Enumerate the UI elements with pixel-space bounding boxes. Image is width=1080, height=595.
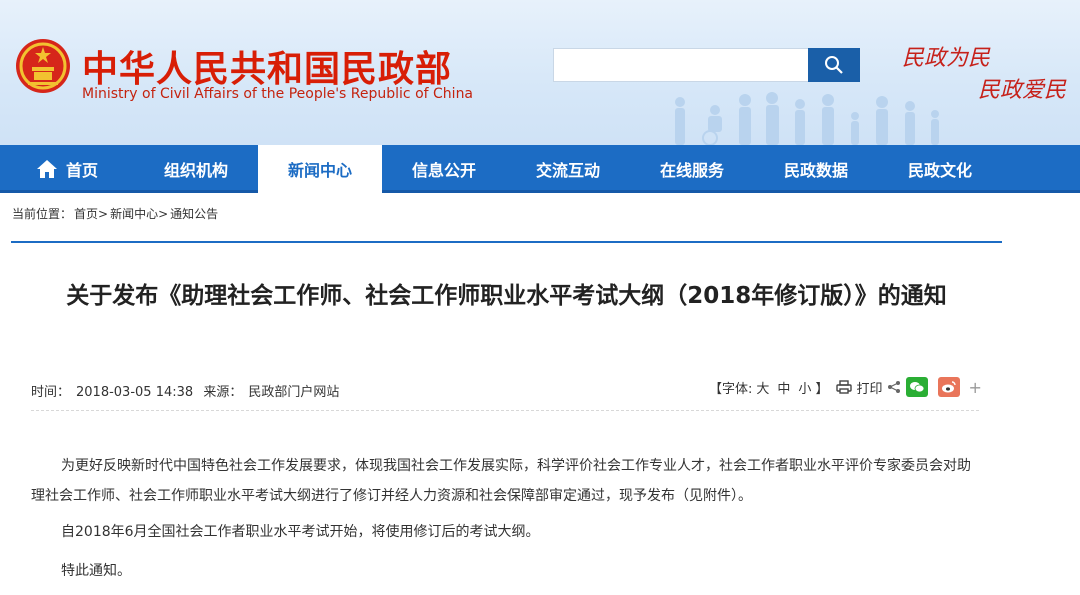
font-size-medium-button[interactable]: 中 <box>777 378 790 397</box>
nav-item-civil-data[interactable]: 民政数据 <box>754 145 878 193</box>
font-size-large-button[interactable]: 大 <box>756 378 769 397</box>
article-paragraph-2: 自2018年6月全国社会工作者职业水平考试开始，将使用修订后的考试大纲。 <box>61 524 540 540</box>
nav-item-interaction[interactable]: 交流互动 <box>506 145 630 193</box>
nav-item-info-disclosure[interactable]: 信息公开 <box>382 145 506 193</box>
national-emblem-icon <box>16 39 70 93</box>
search-icon <box>825 56 843 74</box>
site-name-chinese: 中华人民共和国民政部 <box>82 49 453 90</box>
article-title: 关于发布《助理社会工作师、社会工作师职业水平考试大纲（2018年修订版）》的通知 <box>66 283 947 309</box>
printer-icon <box>836 380 853 394</box>
article-paragraph-1: 为更好反映新时代中国特色社会工作发展要求，体现我国社会工作发展实际，科学评价社会… <box>31 458 971 504</box>
breadcrumb-prefix: 当前位置： <box>12 207 73 221</box>
article-source: 民政部门户网站 <box>248 385 340 400</box>
wechat-share-button[interactable] <box>906 377 929 397</box>
slogan-line-2: 民政爱民 <box>978 78 1067 103</box>
breadcrumb-home[interactable]: 首页> <box>74 205 108 222</box>
more-share-button[interactable]: + <box>968 378 981 397</box>
home-icon <box>36 159 58 179</box>
slogan-line-1: 民政为民 <box>902 46 991 71</box>
font-size-label-open: 【字体: <box>709 381 753 397</box>
nav-item-news-center[interactable]: 新闻中心 <box>258 145 382 193</box>
nav-item-civil-culture[interactable]: 民政文化 <box>878 145 1002 193</box>
share-icon <box>887 380 901 394</box>
breadcrumb-news-center[interactable]: 新闻中心> <box>110 205 168 222</box>
publish-time: 2018-03-05 14:38 <box>76 385 194 400</box>
search-input[interactable] <box>553 48 809 82</box>
print-label: 打印 <box>856 381 883 397</box>
breadcrumb: 当前位置： 首页> 新闻中心> 通知公告 <box>12 205 220 222</box>
nav-item-label: 首页 <box>65 161 98 180</box>
meta-divider <box>31 410 979 411</box>
search-button[interactable] <box>808 48 860 82</box>
main-nav: 首页 组织机构 新闻中心 信息公开 交流互动 在线服务 民政数据 民政文化 <box>0 145 1080 193</box>
wechat-icon <box>910 382 925 393</box>
font-size-small-button[interactable]: 小 <box>798 378 811 397</box>
weibo-icon <box>942 381 957 393</box>
article-container: 关于发布《助理社会工作师、社会工作师职业水平考试大纲（2018年修订版）》的通知… <box>11 241 1002 595</box>
weibo-share-button[interactable] <box>938 377 961 397</box>
nav-item-online-service[interactable]: 在线服务 <box>630 145 754 193</box>
font-size-label-close: 】 <box>815 381 829 397</box>
article-tools: 【字体: 大 中 小 】 打印 + <box>709 377 982 397</box>
site-name-english: Ministry of Civil Affairs of the People'… <box>82 86 474 102</box>
breadcrumb-notices[interactable]: 通知公告 <box>170 205 218 222</box>
people-silhouette-decoration <box>675 92 939 145</box>
nav-item-home[interactable]: 首页 <box>0 145 134 193</box>
article-paragraph-3: 特此通知。 <box>61 563 131 579</box>
source-label: 来源： <box>203 385 243 400</box>
article-meta: 时间： 2018-03-05 14:38 来源： 民政部门户网站 <box>31 381 345 400</box>
time-label: 时间： <box>31 385 71 400</box>
site-header: 中华人民共和国民政部 Ministry of Civil Affairs of … <box>0 0 1080 145</box>
nav-item-organization[interactable]: 组织机构 <box>134 145 258 193</box>
print-button[interactable]: 打印 <box>836 378 882 397</box>
